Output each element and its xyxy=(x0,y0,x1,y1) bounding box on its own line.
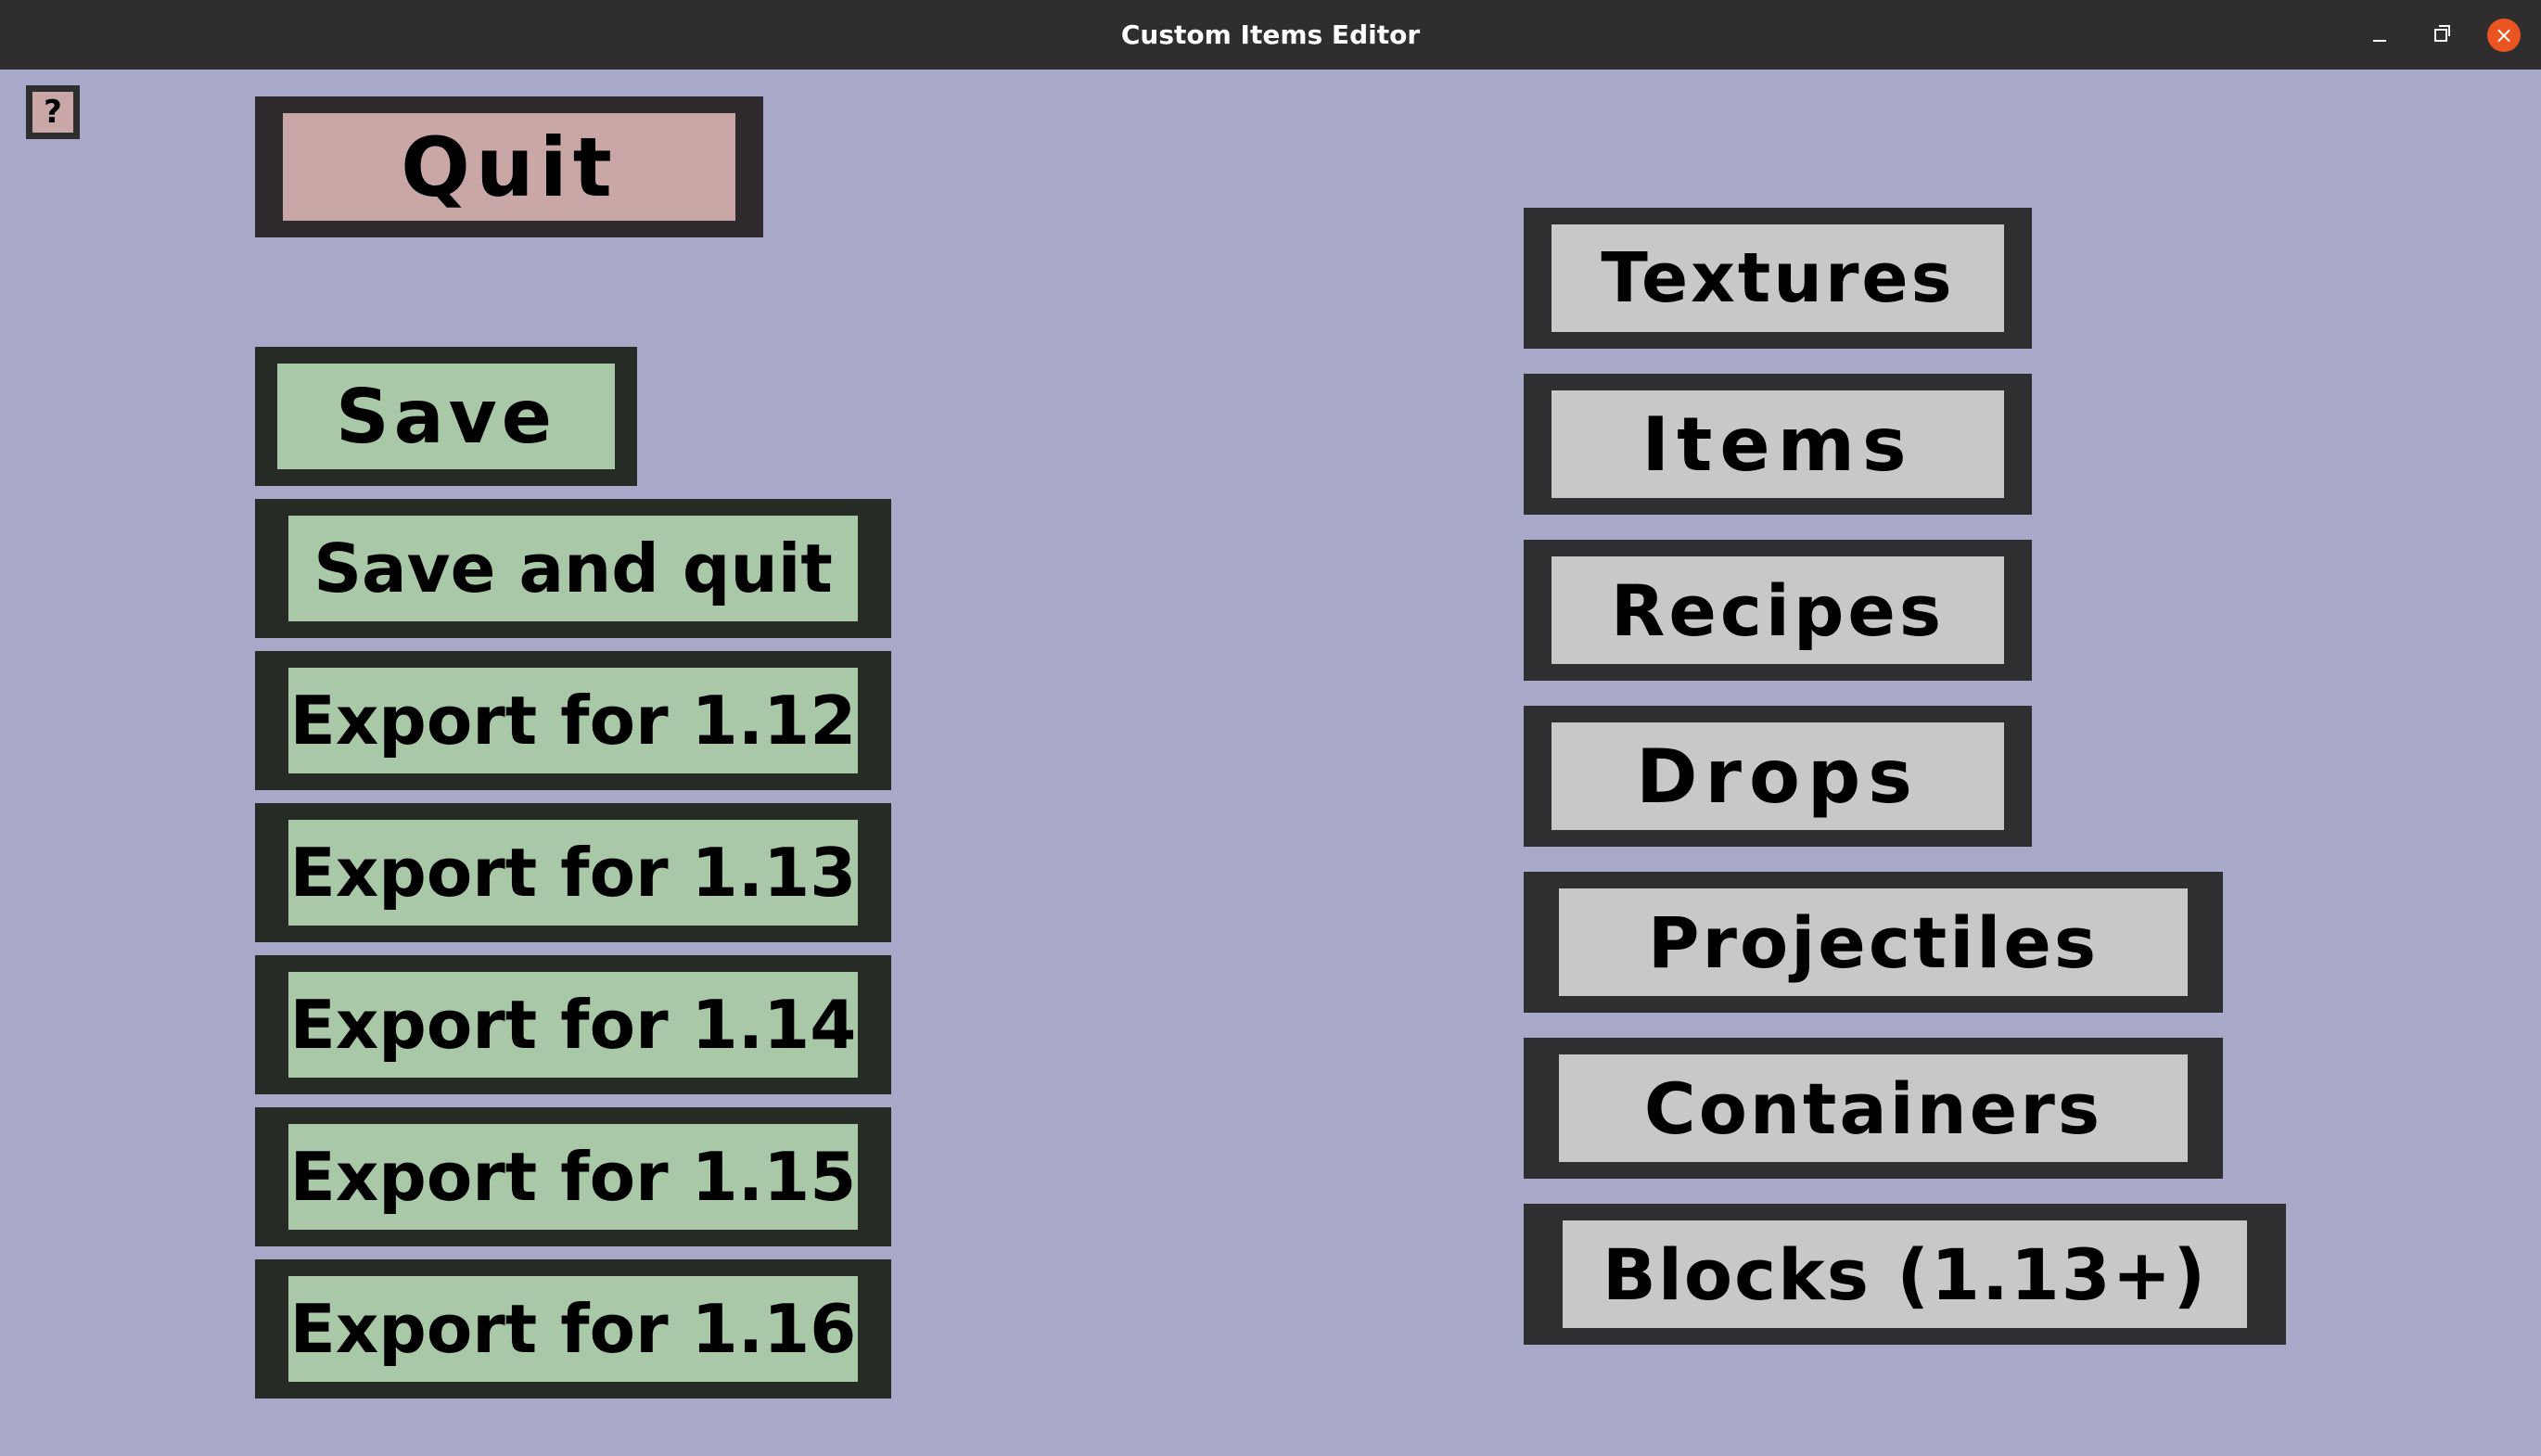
export-1-12-button-label: Export for 1.12 xyxy=(288,668,858,773)
projectiles-button-label: Projectiles xyxy=(1559,888,2188,996)
containers-button[interactable]: Containers xyxy=(1524,1038,2223,1179)
export-1-13-button[interactable]: Export for 1.13 xyxy=(255,803,891,942)
save-and-quit-button[interactable]: Save and quit xyxy=(255,499,891,638)
help-label: ? xyxy=(32,92,73,133)
items-button[interactable]: Items xyxy=(1524,374,2032,515)
export-1-14-button[interactable]: Export for 1.14 xyxy=(255,955,891,1094)
items-button-label: Items xyxy=(1551,390,2004,498)
export-1-13-button-label: Export for 1.13 xyxy=(288,820,858,926)
textures-button[interactable]: Textures xyxy=(1524,208,2032,349)
save-button[interactable]: Save xyxy=(255,347,637,486)
maximize-button[interactable] xyxy=(2424,19,2458,52)
minimize-icon xyxy=(2373,40,2386,42)
app-window: Custom Items Editor × ? Quit Save Save a… xyxy=(0,0,2541,1456)
recipes-button-label: Recipes xyxy=(1551,556,2004,664)
drops-button-label: Drops xyxy=(1551,722,2004,830)
recipes-button[interactable]: Recipes xyxy=(1524,540,2032,681)
export-1-15-button[interactable]: Export for 1.15 xyxy=(255,1107,891,1246)
containers-button-label: Containers xyxy=(1559,1054,2188,1162)
close-button[interactable]: × xyxy=(2487,19,2521,52)
drops-button[interactable]: Drops xyxy=(1524,706,2032,847)
title-bar[interactable]: Custom Items Editor × xyxy=(0,0,2541,70)
help-button[interactable]: ? xyxy=(26,85,80,139)
quit-button-label: Quit xyxy=(283,113,735,221)
window-title: Custom Items Editor xyxy=(1120,19,1421,50)
textures-button-label: Textures xyxy=(1551,224,2004,332)
save-and-quit-button-label: Save and quit xyxy=(288,516,858,621)
save-button-label: Save xyxy=(277,364,615,469)
projectiles-button[interactable]: Projectiles xyxy=(1524,872,2223,1013)
minimize-button[interactable] xyxy=(2363,19,2396,52)
quit-button[interactable]: Quit xyxy=(255,96,763,237)
export-1-16-button-label: Export for 1.16 xyxy=(288,1276,858,1382)
export-1-16-button[interactable]: Export for 1.16 xyxy=(255,1259,891,1399)
export-1-15-button-label: Export for 1.15 xyxy=(288,1124,858,1230)
blocks-button[interactable]: Blocks (1.13+) xyxy=(1524,1204,2286,1345)
export-1-12-button[interactable]: Export for 1.12 xyxy=(255,651,891,790)
maximize-icon xyxy=(2434,25,2450,42)
blocks-button-label: Blocks (1.13+) xyxy=(1563,1220,2247,1328)
export-1-14-button-label: Export for 1.14 xyxy=(288,972,858,1078)
close-icon: × xyxy=(2494,22,2514,48)
